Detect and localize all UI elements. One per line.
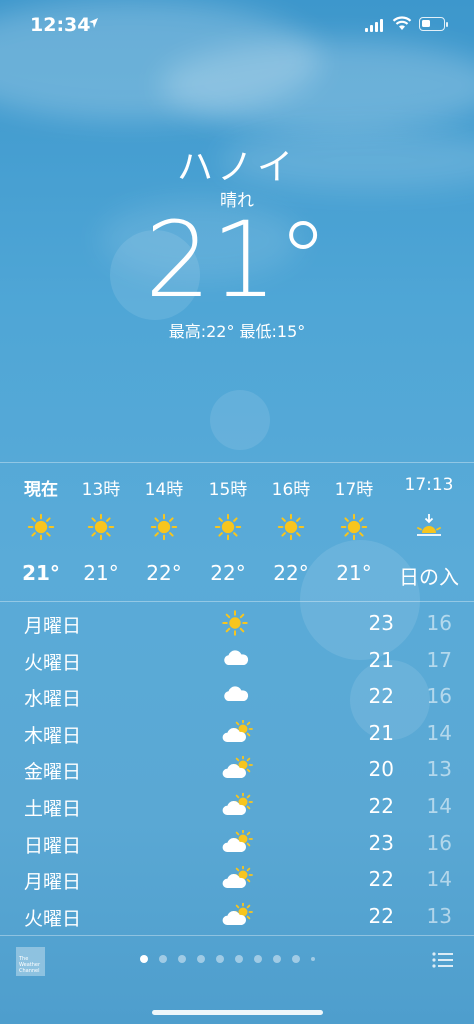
day-name: 月曜日 <box>24 871 82 894</box>
daily-row: 火曜日 21 17 <box>0 641 474 677</box>
high-temperature: 20 <box>368 757 394 782</box>
day-name: 月曜日 <box>24 615 82 637</box>
high-temperature: 22 <box>368 794 394 818</box>
page-dot[interactable] <box>178 955 186 963</box>
hourly-temperature: 21° <box>83 561 119 585</box>
city-list-icon[interactable] <box>432 951 454 969</box>
sun-icon <box>277 513 305 545</box>
hourly-temperature: 22° <box>273 561 309 585</box>
page-dot[interactable] <box>197 955 205 963</box>
day-name: 木曜日 <box>24 724 82 747</box>
high-temperature: 22 <box>368 684 394 709</box>
day-name: 金曜日 <box>24 761 82 784</box>
status-time: 12:34 <box>30 14 91 36</box>
low-temperature: 17 <box>426 647 452 672</box>
page-dot[interactable] <box>292 955 300 963</box>
day-name: 火曜日 <box>24 907 82 930</box>
partly-cloudy-icon <box>222 865 254 894</box>
low-temperature: 16 <box>426 830 452 855</box>
sun-icon <box>150 513 178 545</box>
divider <box>0 935 474 936</box>
hourly-temperature: 21° <box>336 561 372 585</box>
daily-row: 金曜日 20 13 <box>0 750 474 786</box>
hourly-time: 16時 <box>271 480 311 500</box>
high-temperature: 21 <box>368 647 394 672</box>
home-indicator[interactable] <box>152 1010 323 1015</box>
hourly-forecast[interactable]: 現在 21° 13時 21° 14時 22° 15時 22° 16時 22° 17時 21° 17:13… <box>0 463 474 601</box>
hourly-temperature: 日の入 <box>399 565 459 589</box>
daily-row: 火曜日 22 13 <box>0 897 474 933</box>
daily-row: 水曜日 22 16 <box>0 677 474 713</box>
cloud-icon <box>222 683 250 709</box>
partly-cloudy-icon <box>222 792 254 821</box>
hourly-temperature: 21° <box>22 561 60 585</box>
sun-icon <box>27 513 55 545</box>
hourly-time: 15時 <box>208 480 248 500</box>
page-dot[interactable] <box>159 955 167 963</box>
day-name: 土曜日 <box>24 798 82 820</box>
battery-icon <box>419 17 448 31</box>
daily-row: 月曜日 23 16 <box>0 604 474 640</box>
page-dot[interactable] <box>254 955 262 963</box>
sun-icon <box>340 513 368 545</box>
hourly-time: 現在 <box>24 480 58 500</box>
partly-cloudy-icon <box>222 718 254 748</box>
page-dot[interactable] <box>311 957 315 961</box>
daily-row: 木曜日 21 14 <box>0 714 474 750</box>
low-temperature: 13 <box>426 903 452 928</box>
hourly-time: 13時 <box>81 480 121 500</box>
page-dot[interactable] <box>216 955 224 963</box>
page-indicator[interactable] <box>140 955 315 963</box>
high-temperature: 22 <box>368 903 394 928</box>
current-temperature: 21° <box>144 199 330 321</box>
weather-channel-logo[interactable]: The Weather Channel <box>16 947 45 976</box>
hourly-time: 14時 <box>144 480 184 500</box>
low-temperature: 14 <box>426 867 452 892</box>
low-temperature: 14 <box>426 794 452 818</box>
status-bar: 12:34 <box>0 0 474 52</box>
sunset-icon <box>415 513 443 543</box>
page-dot[interactable] <box>273 955 281 963</box>
daily-row: 月曜日 22 14 <box>0 860 474 896</box>
location-arrow-icon <box>89 18 98 28</box>
partly-cloudy-icon <box>222 755 254 784</box>
partly-cloudy-icon <box>222 828 254 858</box>
daily-row: 日曜日 23 16 <box>0 824 474 860</box>
page-dot[interactable] <box>235 955 243 963</box>
sun-icon <box>87 513 115 545</box>
day-name: 水曜日 <box>24 688 82 711</box>
hourly-time: 17:13 <box>404 475 454 495</box>
cloud-icon <box>222 647 250 673</box>
hourly-temperature: 22° <box>210 561 246 585</box>
high-low-temperature: 最高:22° 最低:15° <box>168 322 306 341</box>
low-temperature: 16 <box>426 611 452 635</box>
signal-icon <box>365 18 383 32</box>
sun-icon <box>214 513 242 545</box>
daily-row: 土曜日 22 14 <box>0 787 474 823</box>
low-temperature: 14 <box>426 720 452 745</box>
hourly-time: 17時 <box>334 480 374 500</box>
hourly-temperature: 22° <box>146 561 182 585</box>
high-temperature: 23 <box>368 611 394 635</box>
wifi-icon <box>392 16 412 30</box>
high-temperature: 21 <box>368 720 394 745</box>
day-name: 火曜日 <box>24 651 82 674</box>
partly-cloudy-icon <box>222 901 254 931</box>
low-temperature: 13 <box>426 757 452 782</box>
divider <box>0 601 474 602</box>
city-name: ハノイ <box>176 147 297 188</box>
sun-icon <box>222 610 248 640</box>
page-dot[interactable] <box>140 955 148 963</box>
low-temperature: 16 <box>426 684 452 709</box>
high-temperature: 23 <box>368 830 394 855</box>
day-name: 日曜日 <box>24 834 82 857</box>
high-temperature: 22 <box>368 867 394 892</box>
